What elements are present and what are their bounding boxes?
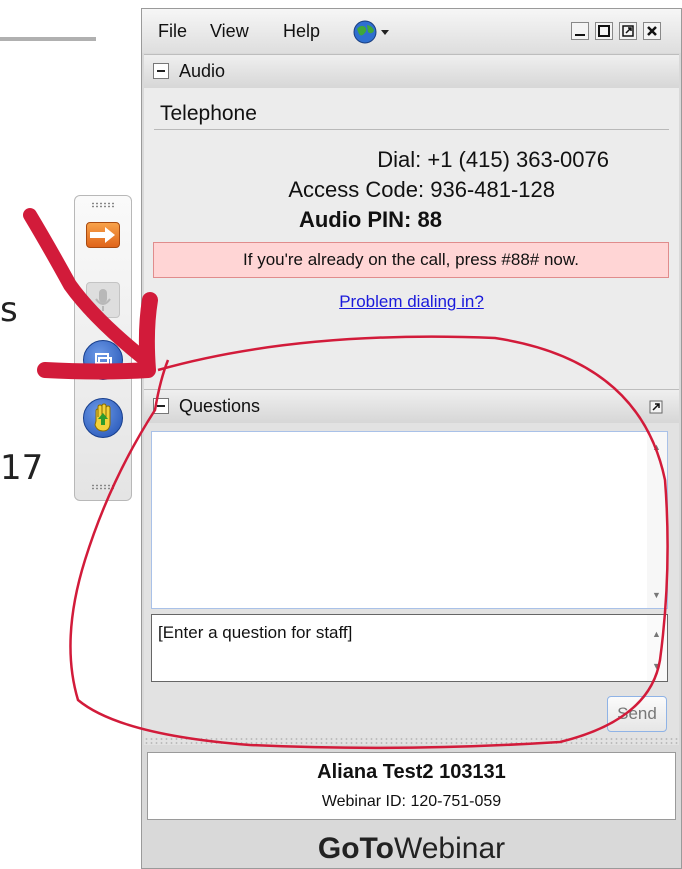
audio-section-header[interactable]: Audio — [144, 54, 679, 90]
problem-dialing-link[interactable]: Problem dialing in? — [144, 292, 679, 312]
dial-label: Dial: — [377, 147, 422, 172]
attendee-name: Aliana Test2 103131 — [317, 761, 506, 783]
maximize-button[interactable] — [595, 22, 613, 40]
audio-pin-value: 88 — [417, 207, 442, 232]
close-icon — [647, 26, 657, 36]
divider — [154, 129, 669, 130]
menu-help[interactable]: Help — [283, 21, 320, 42]
access-code-value: 936-481-128 — [430, 177, 555, 202]
minimize-icon — [575, 34, 585, 36]
audio-mode-label: Telephone — [160, 102, 257, 125]
microphone-icon — [95, 289, 111, 311]
toolbar-grip-bottom[interactable] — [91, 484, 115, 490]
scroll-up-icon[interactable]: ▲ — [652, 442, 661, 452]
question-input[interactable]: [Enter a question for staff] ▲ ▼ — [151, 614, 668, 682]
collapse-questions-icon[interactable] — [153, 398, 169, 414]
scroll-down-icon[interactable]: ▼ — [652, 661, 661, 671]
dial-row: Dial: +1 (415) 363-0076 — [144, 147, 609, 173]
audio-notice-banner: If you're already on the call, press #88… — [153, 242, 669, 278]
question-input-scrollbar[interactable]: ▲ ▼ — [647, 615, 667, 681]
show-hide-panel-button[interactable] — [86, 222, 120, 248]
popout-button[interactable] — [619, 22, 637, 40]
questions-log-scrollbar[interactable]: ▲ ▼ — [647, 432, 667, 608]
control-toolbar — [74, 195, 132, 501]
microphone-button[interactable] — [86, 282, 120, 318]
menu-file[interactable]: File — [158, 21, 187, 42]
question-input-placeholder: [Enter a question for staff] — [158, 623, 353, 642]
webinar-id: Webinar ID: 120-751-059 — [321, 793, 502, 810]
slide-text-fragment: 17 — [0, 448, 44, 488]
questions-section-title: Questions — [179, 396, 261, 416]
minimize-button[interactable] — [571, 22, 589, 40]
screen-share-icon — [95, 353, 112, 368]
resize-grip[interactable] — [144, 737, 679, 745]
menu-view[interactable]: View — [210, 21, 249, 42]
arrow-right-icon — [90, 227, 115, 243]
maximize-icon — [598, 25, 610, 37]
attendee-info-box: Aliana Test2 103131 Webinar ID: 120-751-… — [147, 752, 676, 820]
access-code-label: Access Code: — [288, 177, 425, 202]
screen-share-button[interactable] — [83, 340, 123, 380]
toolbar-grip-top[interactable] — [91, 202, 115, 208]
questions-log[interactable]: ▲ ▼ — [151, 431, 668, 609]
raise-hand-button[interactable] — [83, 398, 123, 438]
collapse-audio-icon[interactable] — [153, 63, 169, 79]
brand-rest: Webinar — [393, 832, 506, 865]
scroll-down-icon[interactable]: ▼ — [652, 590, 661, 600]
scroll-up-icon[interactable]: ▲ — [652, 629, 661, 639]
audio-panel: Telephone Dial: +1 (415) 363-0076 Access… — [144, 88, 679, 390]
slide-divider — [0, 37, 96, 41]
audio-pin-row: Audio PIN: 88 — [144, 207, 442, 233]
questions-section-header[interactable]: Questions — [144, 389, 679, 425]
slide-text-fragment: s — [0, 290, 18, 330]
gotowebinar-control-panel: File View Help Audio Telephone Dial: +1 … — [141, 8, 682, 869]
gotowebinar-logo: GoToWebinar — [142, 832, 681, 866]
questions-panel: ▲ ▼ [Enter a question for staff] ▲ ▼ Sen… — [144, 423, 679, 745]
send-button[interactable]: Send — [607, 696, 667, 732]
audio-section-title: Audio — [179, 61, 226, 81]
hand-icon — [94, 403, 111, 432]
access-code-row: Access Code: 936-481-128 — [144, 177, 555, 203]
audio-pin-label: Audio PIN: — [298, 207, 412, 232]
dial-number: +1 (415) 363-0076 — [427, 147, 609, 172]
globe-icon — [353, 20, 389, 44]
close-button[interactable] — [643, 22, 661, 40]
menu-bar: File View Help — [142, 9, 681, 53]
popout-icon — [622, 25, 634, 37]
language-globe-menu[interactable] — [353, 20, 395, 49]
brand-bold: GoTo — [317, 832, 394, 865]
popout-questions-icon[interactable] — [648, 399, 664, 415]
